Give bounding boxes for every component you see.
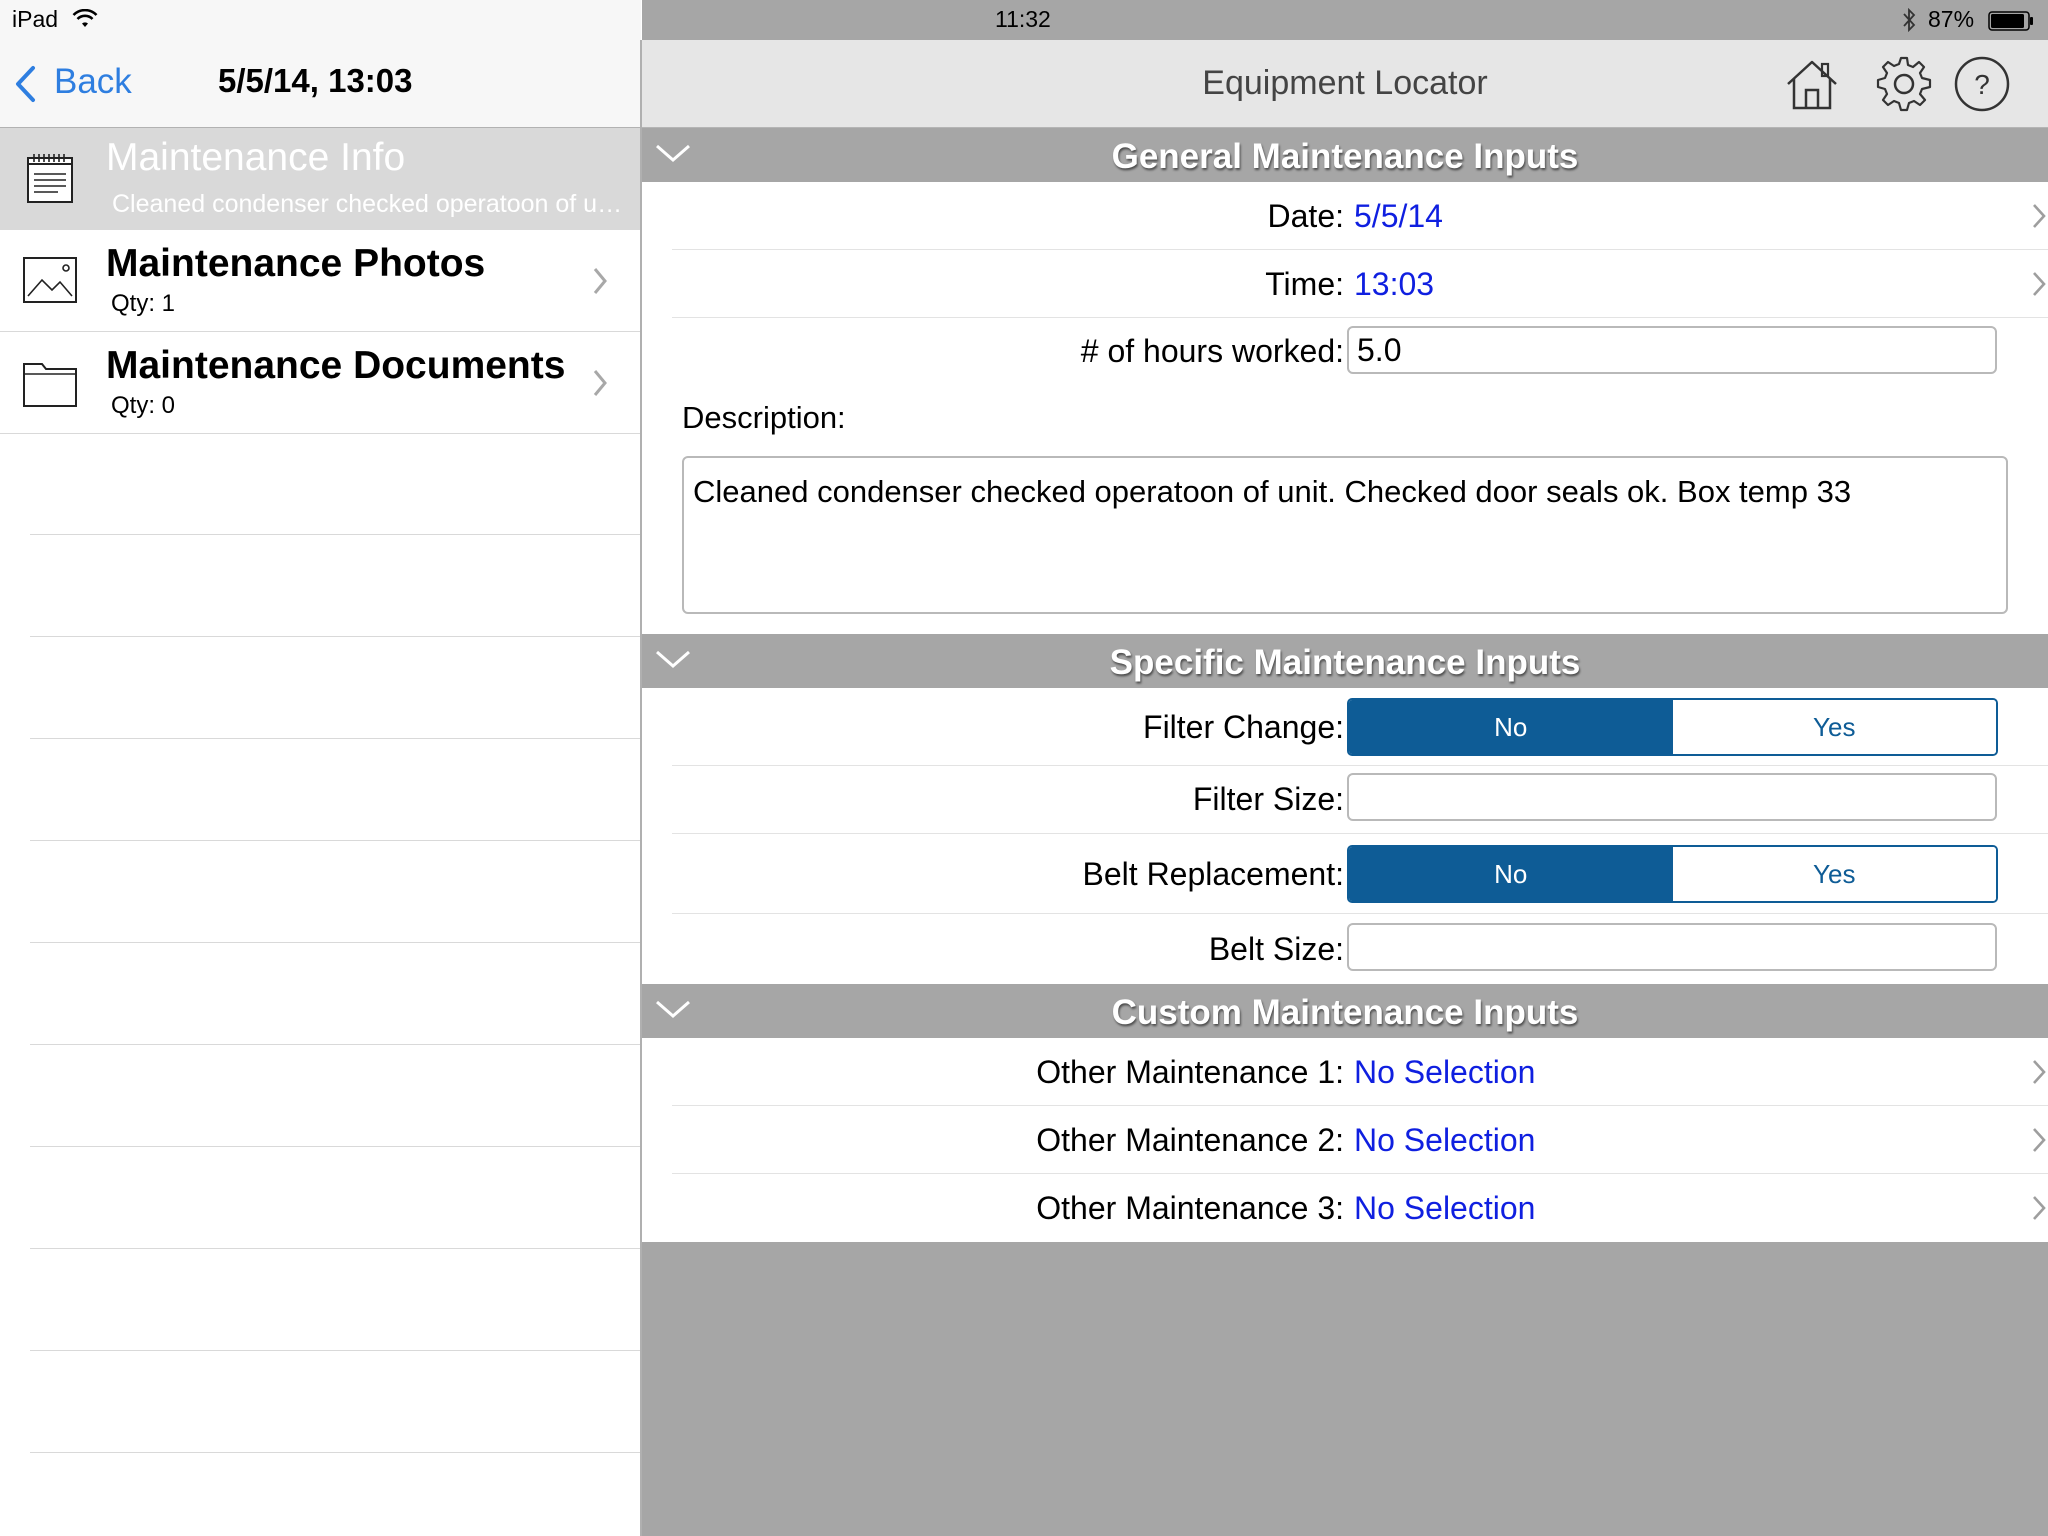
date-label: Date: — [1267, 198, 1344, 234]
back-button[interactable]: Back — [54, 62, 132, 102]
empty-row-divider — [30, 1350, 641, 1351]
filter-change-row: Filter Change: No Yes — [672, 688, 2048, 766]
battery-icon — [1988, 11, 2033, 31]
empty-row-divider — [30, 534, 641, 535]
list-item-maintenance-info[interactable]: Maintenance Info Cleaned condenser check… — [0, 128, 641, 230]
other-maintenance-3-row[interactable]: Other Maintenance 3: No Selection — [672, 1174, 2048, 1242]
other-maintenance-3-value[interactable]: No Selection — [1354, 1190, 1535, 1227]
chevron-right-icon — [2033, 204, 2046, 228]
device-name: iPad — [12, 6, 59, 32]
filter-size-input[interactable] — [1347, 773, 1997, 821]
list-item-subtitle: Qty: 0 — [111, 392, 176, 419]
custom-inputs-form: Other Maintenance 1: No Selection Other … — [642, 1038, 2048, 1242]
chevron-right-icon — [2033, 1196, 2046, 1220]
folder-icon — [23, 363, 77, 407]
photo-icon — [23, 257, 77, 303]
belt-size-input[interactable] — [1347, 923, 1997, 971]
other-maintenance-2-row[interactable]: Other Maintenance 2: No Selection — [672, 1106, 2048, 1174]
wifi-icon — [72, 9, 98, 27]
right-navigation-bar: Equipment Locator ? — [642, 40, 2048, 128]
list-item-title: Maintenance Info — [106, 136, 406, 179]
time-label: Time: — [1265, 266, 1344, 302]
date-value[interactable]: 5/5/14 — [1354, 198, 1443, 235]
time-row[interactable]: Time: 13:03 — [672, 250, 2048, 318]
section-header-custom[interactable]: Custom Maintenance Inputs — [642, 984, 2048, 1038]
detail-pane: Equipment Locator ? General Maintenance … — [642, 40, 2048, 1536]
other-maintenance-2-label: Other Maintenance 2: — [1036, 1122, 1344, 1158]
other-maintenance-2-value[interactable]: No Selection — [1354, 1122, 1535, 1159]
filter-change-yes-segment[interactable]: Yes — [1672, 700, 1996, 754]
belt-replacement-no-segment[interactable]: No — [1349, 847, 1673, 901]
description-textarea[interactable]: Cleaned condenser checked operatoon of u… — [682, 456, 2008, 614]
hours-label: # of hours worked: — [1080, 333, 1344, 369]
filter-change-segmented-control[interactable]: No Yes — [1347, 698, 1998, 756]
gear-icon[interactable] — [1874, 54, 1934, 114]
help-icon[interactable]: ? — [1952, 54, 2012, 114]
belt-replacement-segmented-control[interactable]: No Yes — [1347, 845, 1998, 903]
other-maintenance-1-value[interactable]: No Selection — [1354, 1054, 1535, 1091]
section-title: General Maintenance Inputs — [1111, 137, 1579, 176]
chevron-right-icon — [2033, 1128, 2046, 1152]
description-label: Description: — [682, 400, 846, 435]
other-maintenance-3-label: Other Maintenance 3: — [1036, 1190, 1344, 1226]
status-bar-left: iPad — [0, 0, 641, 40]
empty-row-divider — [30, 840, 641, 841]
filter-change-no-segment[interactable]: No — [1349, 700, 1673, 754]
list-item-maintenance-photos[interactable]: Maintenance Photos Qty: 1 — [0, 230, 641, 332]
list-item-title: Maintenance Photos — [106, 242, 486, 285]
belt-replacement-row: Belt Replacement: No Yes — [672, 834, 2048, 914]
hours-input[interactable]: 5.0 — [1347, 326, 1997, 374]
master-pane: Back 5/5/14, 13:03 Maintenance Info Clea… — [0, 40, 641, 1536]
notepad-icon — [27, 154, 73, 203]
left-navigation-bar: Back 5/5/14, 13:03 — [0, 40, 641, 128]
other-maintenance-1-row[interactable]: Other Maintenance 1: No Selection — [672, 1038, 2048, 1106]
filter-size-label: Filter Size: — [1192, 781, 1344, 817]
section-header-general[interactable]: General Maintenance Inputs — [642, 128, 2048, 182]
back-chevron-icon[interactable] — [14, 64, 36, 104]
clock: 11:32 — [995, 6, 1051, 32]
section-title: Custom Maintenance Inputs — [1111, 993, 1579, 1032]
section-title: Specific Maintenance Inputs — [1109, 643, 1581, 682]
battery-percent: 87% — [1928, 6, 1975, 32]
filter-size-row: Filter Size: — [672, 766, 2048, 834]
date-row[interactable]: Date: 5/5/14 — [672, 182, 2048, 250]
home-icon[interactable] — [1782, 54, 1842, 114]
chevron-right-icon — [2033, 272, 2046, 296]
list-item-subtitle: Cleaned condenser checked operatoon of u… — [112, 190, 632, 218]
list-item-title: Maintenance Documents — [106, 344, 566, 387]
other-maintenance-1-label: Other Maintenance 1: — [1036, 1054, 1344, 1090]
time-value[interactable]: 13:03 — [1354, 266, 1434, 303]
specific-inputs-form: Filter Change: No Yes Filter Size: Belt … — [642, 688, 2048, 984]
chevron-right-icon — [2033, 1060, 2046, 1084]
empty-row-divider — [30, 942, 641, 943]
bluetooth-icon — [1903, 8, 1916, 32]
empty-row-divider — [30, 738, 641, 739]
belt-size-label: Belt Size: — [1208, 931, 1344, 967]
belt-size-row: Belt Size: — [672, 914, 2048, 984]
record-title: 5/5/14, 13:03 — [218, 62, 413, 99]
belt-replacement-label: Belt Replacement: — [1082, 856, 1344, 892]
list-item-subtitle: Qty: 1 — [111, 290, 176, 317]
empty-row-divider — [30, 1248, 641, 1249]
section-header-specific[interactable]: Specific Maintenance Inputs — [642, 634, 2048, 688]
empty-row-divider — [30, 1146, 641, 1147]
belt-replacement-yes-segment[interactable]: Yes — [1672, 847, 1996, 901]
status-bar-right: 11:32 87% — [642, 0, 2048, 40]
empty-row-divider — [30, 1044, 641, 1045]
filter-change-label: Filter Change: — [1143, 709, 1344, 745]
list-item-maintenance-documents[interactable]: Maintenance Documents Qty: 0 — [0, 332, 641, 434]
empty-row-divider — [30, 636, 641, 637]
general-inputs-form: Date: 5/5/14 Time: 13:03 # of hours work… — [642, 182, 2048, 634]
svg-text:?: ? — [1974, 69, 1990, 100]
empty-row-divider — [30, 1452, 641, 1453]
hours-row: # of hours worked: 5.0 — [672, 318, 2048, 386]
chevron-right-icon — [593, 370, 607, 396]
chevron-right-icon — [593, 268, 607, 294]
